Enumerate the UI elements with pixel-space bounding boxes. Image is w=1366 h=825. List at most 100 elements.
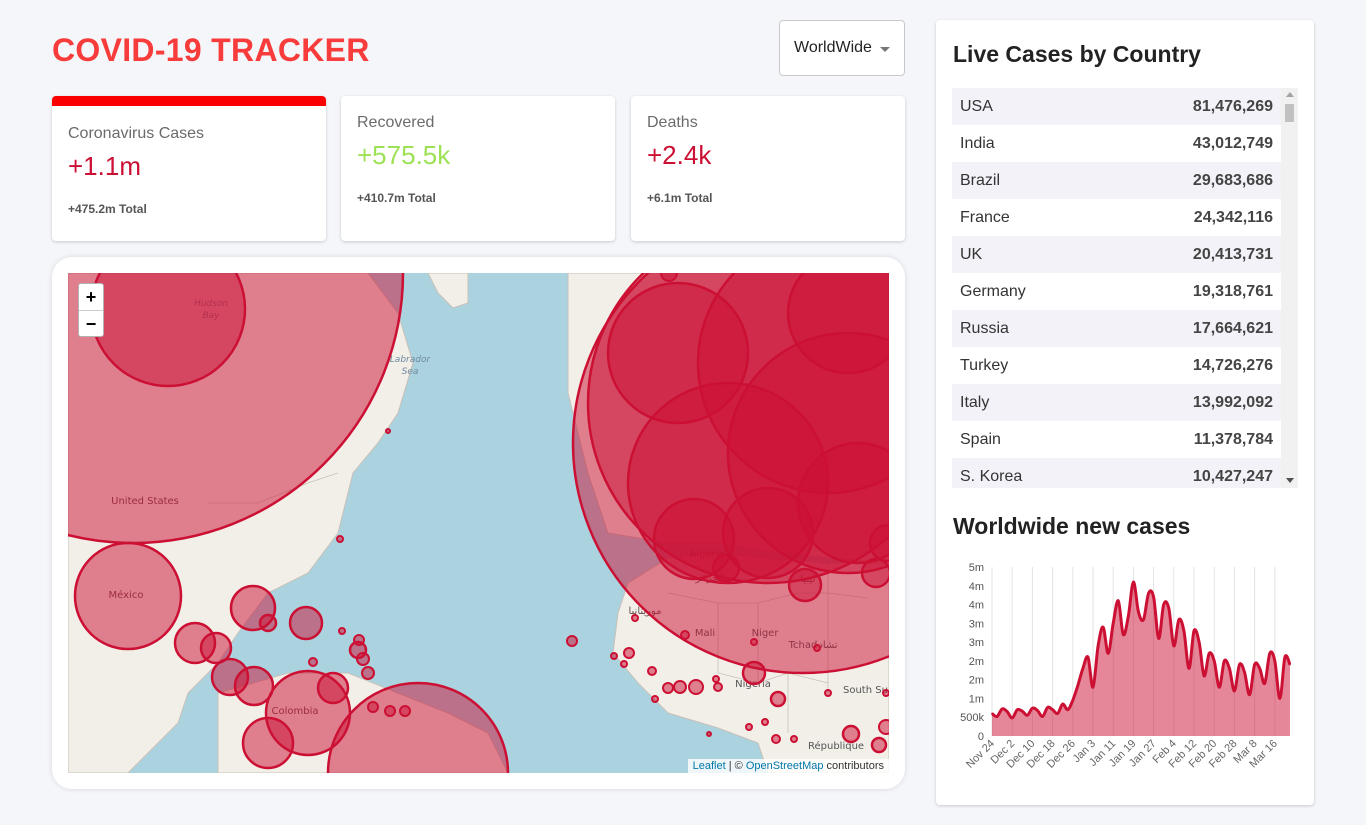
sidebar: Live Cases by Country USA 81,476,269 Indi… xyxy=(936,20,1314,805)
chart-point xyxy=(1122,633,1125,636)
chart-point xyxy=(1056,712,1059,715)
case-circle-venezuela[interactable] xyxy=(316,671,350,705)
case-dot[interactable] xyxy=(662,682,674,694)
table-cell-cases: 10,427,247 xyxy=(1192,467,1273,485)
case-dot[interactable] xyxy=(824,689,832,697)
cases-card[interactable]: Coronavirus Cases +1.1m +475.2m Total xyxy=(52,96,326,241)
table-cell-country: S. Korea xyxy=(960,467,1023,485)
case-dot[interactable] xyxy=(745,723,753,731)
chart-point xyxy=(1031,707,1034,710)
case-dot[interactable] xyxy=(680,630,690,640)
case-dot[interactable] xyxy=(385,428,391,434)
case-circle-uganda[interactable] xyxy=(870,736,888,754)
chart-point xyxy=(1228,667,1231,670)
case-circle-sudan[interactable] xyxy=(860,557,889,589)
case-dot[interactable] xyxy=(882,689,889,697)
case-dot[interactable] xyxy=(610,652,618,660)
case-dot[interactable] xyxy=(647,666,657,676)
case-dot[interactable] xyxy=(356,652,370,666)
chart-area-fill xyxy=(992,581,1290,736)
recovered-card[interactable]: Recovered +575.5k +410.7m Total xyxy=(341,96,615,241)
chart-point xyxy=(1162,603,1165,606)
world-map[interactable]: Hudson Bay Labrador Sea United States Mé… xyxy=(68,273,889,773)
scrollbar-thumb[interactable] xyxy=(1285,104,1294,122)
chart-point xyxy=(1026,714,1029,717)
case-dot[interactable] xyxy=(631,614,639,622)
case-circle-algeria[interactable] xyxy=(711,553,741,583)
case-circle-panama[interactable] xyxy=(233,665,275,707)
case-dot[interactable] xyxy=(620,660,628,668)
case-dot[interactable] xyxy=(384,705,396,717)
case-dot[interactable] xyxy=(761,718,769,726)
case-circle-nigeria[interactable] xyxy=(741,660,767,686)
case-dot[interactable] xyxy=(367,701,379,713)
new-cases-chart[interactable]: Nov 24 Dec 2 Dec 10 Dec 18 Dec 26 Jan 3 Jan 11… xyxy=(936,555,1314,805)
case-circle-jamaica[interactable] xyxy=(258,613,278,633)
deaths-card[interactable]: Deaths +2.4k +6.1m Total xyxy=(631,96,905,241)
map-svg[interactable]: Hudson Bay Labrador Sea United States Mé… xyxy=(68,273,889,773)
case-circle-uk[interactable] xyxy=(606,281,750,425)
case-dot[interactable] xyxy=(361,666,375,680)
chart-point xyxy=(1051,708,1054,711)
chart-title: Worldwide new cases xyxy=(953,513,1191,539)
zoom-in-button[interactable]: + xyxy=(79,284,103,310)
chart-point xyxy=(1203,675,1205,677)
chart-point xyxy=(1087,656,1089,658)
leaflet-link[interactable]: Leaflet xyxy=(693,760,726,772)
case-dot[interactable] xyxy=(878,719,889,735)
case-dot[interactable] xyxy=(706,731,712,737)
scroll-up-arrow-icon[interactable] xyxy=(1286,92,1294,97)
country-select[interactable]: WorldWide xyxy=(779,20,905,76)
chart-point xyxy=(1011,717,1014,719)
live-cases-table[interactable]: USA 81,476,269 India 43,012,749 Brazil 29,6… xyxy=(952,88,1298,488)
case-dot[interactable] xyxy=(338,627,346,635)
case-dot[interactable] xyxy=(712,675,720,683)
case-dot[interactable] xyxy=(399,705,411,717)
case-dot[interactable] xyxy=(771,734,781,744)
case-dot[interactable] xyxy=(673,680,687,694)
case-circle-drc[interactable] xyxy=(841,724,861,744)
chart-point xyxy=(1279,697,1281,700)
case-dot[interactable] xyxy=(750,638,758,646)
chart-point xyxy=(1253,663,1256,666)
case-circle-mexico[interactable] xyxy=(73,541,183,651)
case-circle-dominican[interactable] xyxy=(288,605,324,641)
cases-card-title: Coronavirus Cases xyxy=(68,125,205,142)
live-cases-rows: USA 81,476,269 India 43,012,749 Brazil 29,6… xyxy=(952,88,1281,488)
chart-point xyxy=(1218,686,1221,688)
zoom-out-button[interactable]: − xyxy=(79,310,103,336)
chart-point xyxy=(1077,684,1079,687)
map-label-labrador-sea: Sea xyxy=(402,367,419,377)
case-circle-libya[interactable] xyxy=(787,567,823,603)
case-dot[interactable] xyxy=(336,535,344,543)
chart-point xyxy=(1243,671,1246,673)
case-dot[interactable] xyxy=(566,635,578,647)
chart-point xyxy=(1147,592,1150,595)
chart-point xyxy=(1001,708,1003,710)
chart-svg[interactable]: Nov 24Dec 2Dec 10Dec 18Dec 26Jan 3Jan 11… xyxy=(936,555,1314,805)
case-dot[interactable] xyxy=(353,634,365,646)
chart-point xyxy=(1127,615,1130,617)
chart-point xyxy=(1142,618,1145,621)
case-dot[interactable] xyxy=(790,735,798,743)
case-dot[interactable] xyxy=(660,273,678,282)
table-cell-cases: 11,378,784 xyxy=(1193,430,1273,448)
table-scrollbar[interactable] xyxy=(1281,88,1298,488)
chart-point xyxy=(1016,708,1019,711)
map-card: Hudson Bay Labrador Sea United States Mé… xyxy=(52,257,905,789)
table-cell-cases: 81,476,269 xyxy=(1192,97,1273,115)
case-dot[interactable] xyxy=(813,644,821,652)
chart-y-tick-label: 4m xyxy=(969,581,984,593)
osm-link[interactable]: OpenStreetMap xyxy=(746,760,824,772)
case-circle-cameroon[interactable] xyxy=(769,690,787,708)
case-dot[interactable] xyxy=(688,679,704,695)
case-dot[interactable] xyxy=(623,647,635,659)
case-dot[interactable] xyxy=(713,682,723,692)
case-dot[interactable] xyxy=(308,657,318,667)
chart-point xyxy=(1137,611,1140,613)
case-dot[interactable] xyxy=(651,695,659,703)
chart-point xyxy=(1102,626,1104,628)
case-circle-peru[interactable] xyxy=(241,716,295,770)
table-row: France 24,342,116 xyxy=(952,199,1281,236)
scroll-down-arrow-icon[interactable] xyxy=(1286,478,1294,483)
